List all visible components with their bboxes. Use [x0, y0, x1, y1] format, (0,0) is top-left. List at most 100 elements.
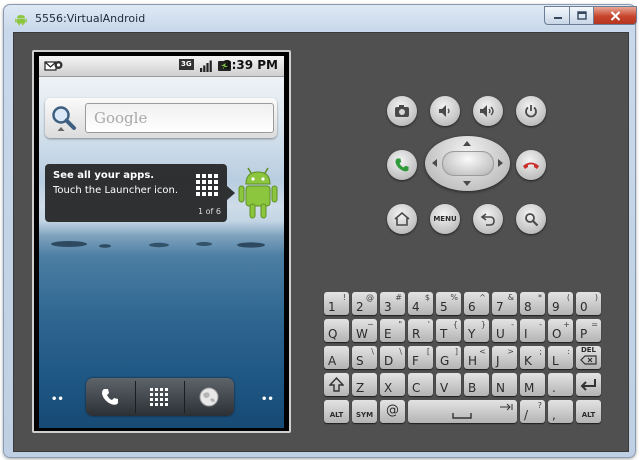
key[interactable]: ' R — [408, 319, 433, 342]
key[interactable]: M — [520, 373, 545, 396]
enter-key[interactable] — [576, 373, 601, 396]
key[interactable]: ] G — [436, 346, 461, 369]
at-key[interactable]: @ — [380, 400, 405, 423]
key[interactable]: < H — [464, 346, 489, 369]
window-title: 5556:VirtualAndroid — [35, 12, 146, 25]
key[interactable]: Z — [352, 373, 377, 396]
key[interactable]: > J — [492, 346, 517, 369]
key[interactable]: * 8 — [520, 292, 545, 315]
key[interactable]: ) 0 — [576, 292, 601, 315]
notification-icon — [44, 61, 63, 71]
minimize-button[interactable] — [544, 6, 571, 25]
browser-globe-icon[interactable] — [198, 386, 220, 408]
volume-up-button[interactable] — [473, 96, 503, 126]
slash-key[interactable]: ? / — [520, 400, 545, 423]
back-button[interactable] — [473, 204, 503, 234]
space-key[interactable] — [408, 400, 517, 423]
enter-icon — [580, 379, 596, 391]
comma-key[interactable]: , — [548, 400, 573, 423]
key[interactable]: #3 — [380, 292, 405, 315]
power-icon — [525, 105, 537, 118]
dpad-center-button[interactable] — [442, 151, 494, 176]
maximize-icon — [577, 11, 587, 20]
key[interactable]: + O — [548, 319, 573, 342]
title-bar[interactable]: 5556:VirtualAndroid — [4, 5, 637, 31]
key[interactable]: A — [324, 346, 349, 369]
alt-key-right[interactable]: ALT — [576, 400, 601, 423]
key[interactable]: $4 — [408, 292, 433, 315]
tab-arrow-icon — [500, 403, 513, 411]
tip-arrow-icon — [227, 186, 235, 200]
key[interactable]: V — [436, 373, 461, 396]
launcher-grid-icon — [196, 174, 218, 196]
key[interactable]: " E — [380, 319, 405, 342]
dock-divider — [135, 381, 136, 413]
menu-button[interactable]: MENU — [430, 204, 460, 234]
end-call-button[interactable] — [516, 150, 546, 180]
key[interactable]: :L — [548, 346, 573, 369]
signal-strength-icon — [200, 60, 212, 72]
volume-down-button[interactable] — [430, 96, 460, 126]
dock-divider — [184, 381, 185, 413]
key[interactable]: ; K — [520, 346, 545, 369]
alt-key-left[interactable]: ALT — [324, 400, 349, 423]
home-page-dots-right: •• — [261, 394, 274, 405]
del-key[interactable]: DEL — [576, 346, 601, 369]
google-search-widget[interactable]: Google — [45, 98, 277, 138]
phone-screen[interactable]: 3G 3:39 PM Google See all your apps. Tou… — [39, 56, 284, 428]
key[interactable]: B — [464, 373, 489, 396]
key[interactable]: -I — [520, 319, 545, 342]
key[interactable]: & 7 — [492, 292, 517, 315]
network-type-badge: 3G — [179, 59, 194, 70]
search-placeholder: Google — [94, 109, 148, 127]
key[interactable]: N — [492, 373, 517, 396]
search-icon[interactable] — [50, 104, 78, 132]
key[interactable]: @2 — [352, 292, 377, 315]
key[interactable]: -U — [492, 319, 517, 342]
camera-button[interactable] — [387, 96, 417, 126]
tip-body: Touch the Launcher icon. — [53, 185, 179, 196]
key[interactable]: [F — [408, 346, 433, 369]
key[interactable]: Q — [324, 319, 349, 342]
search-icon — [524, 212, 538, 226]
back-icon — [480, 213, 495, 226]
android-mascot-icon[interactable] — [237, 166, 279, 220]
key[interactable]: ~ W — [352, 319, 377, 342]
dpad-right-icon[interactable] — [497, 158, 505, 168]
dpad-down-icon[interactable] — [462, 180, 472, 188]
volume-up-icon — [480, 105, 494, 117]
dpad[interactable] — [425, 136, 510, 191]
del-key-label: DEL — [580, 346, 597, 354]
maximize-button[interactable] — [569, 6, 595, 25]
key[interactable]: C — [408, 373, 433, 396]
home-page-dots-left: •• — [51, 394, 64, 405]
tip-page-indicator: 1 of 6 — [198, 207, 221, 216]
close-button[interactable] — [593, 6, 637, 25]
sym-key[interactable]: SYM — [352, 400, 377, 423]
key[interactable]: ^ 6 — [464, 292, 489, 315]
app-launcher-icon[interactable] — [149, 387, 169, 407]
key[interactable]: % 5 — [436, 292, 461, 315]
key[interactable]: X — [380, 373, 405, 396]
status-bar[interactable]: 3G 3:39 PM — [39, 56, 284, 77]
key[interactable]: \ D — [380, 346, 405, 369]
search-input[interactable]: Google — [85, 103, 274, 133]
shift-key[interactable] — [324, 373, 349, 396]
dpad-up-icon[interactable] — [462, 139, 472, 147]
key[interactable]: ! 1 — [324, 292, 349, 315]
call-button[interactable] — [387, 150, 417, 180]
search-button[interactable] — [516, 204, 546, 234]
power-button[interactable] — [516, 96, 546, 126]
shift-icon — [329, 377, 344, 392]
dpad-left-icon[interactable] — [430, 158, 438, 168]
key[interactable]: } Y — [464, 319, 489, 342]
key[interactable]: . — [548, 373, 573, 396]
phone-dialer-icon[interactable] — [99, 386, 121, 408]
home-button[interactable] — [387, 204, 417, 234]
key[interactable]: (9 — [548, 292, 573, 315]
key[interactable]: {T — [436, 319, 461, 342]
key[interactable]: = P — [576, 319, 601, 342]
camera-icon — [395, 105, 409, 117]
key[interactable]: \ S — [352, 346, 377, 369]
volume-down-icon — [439, 105, 450, 117]
